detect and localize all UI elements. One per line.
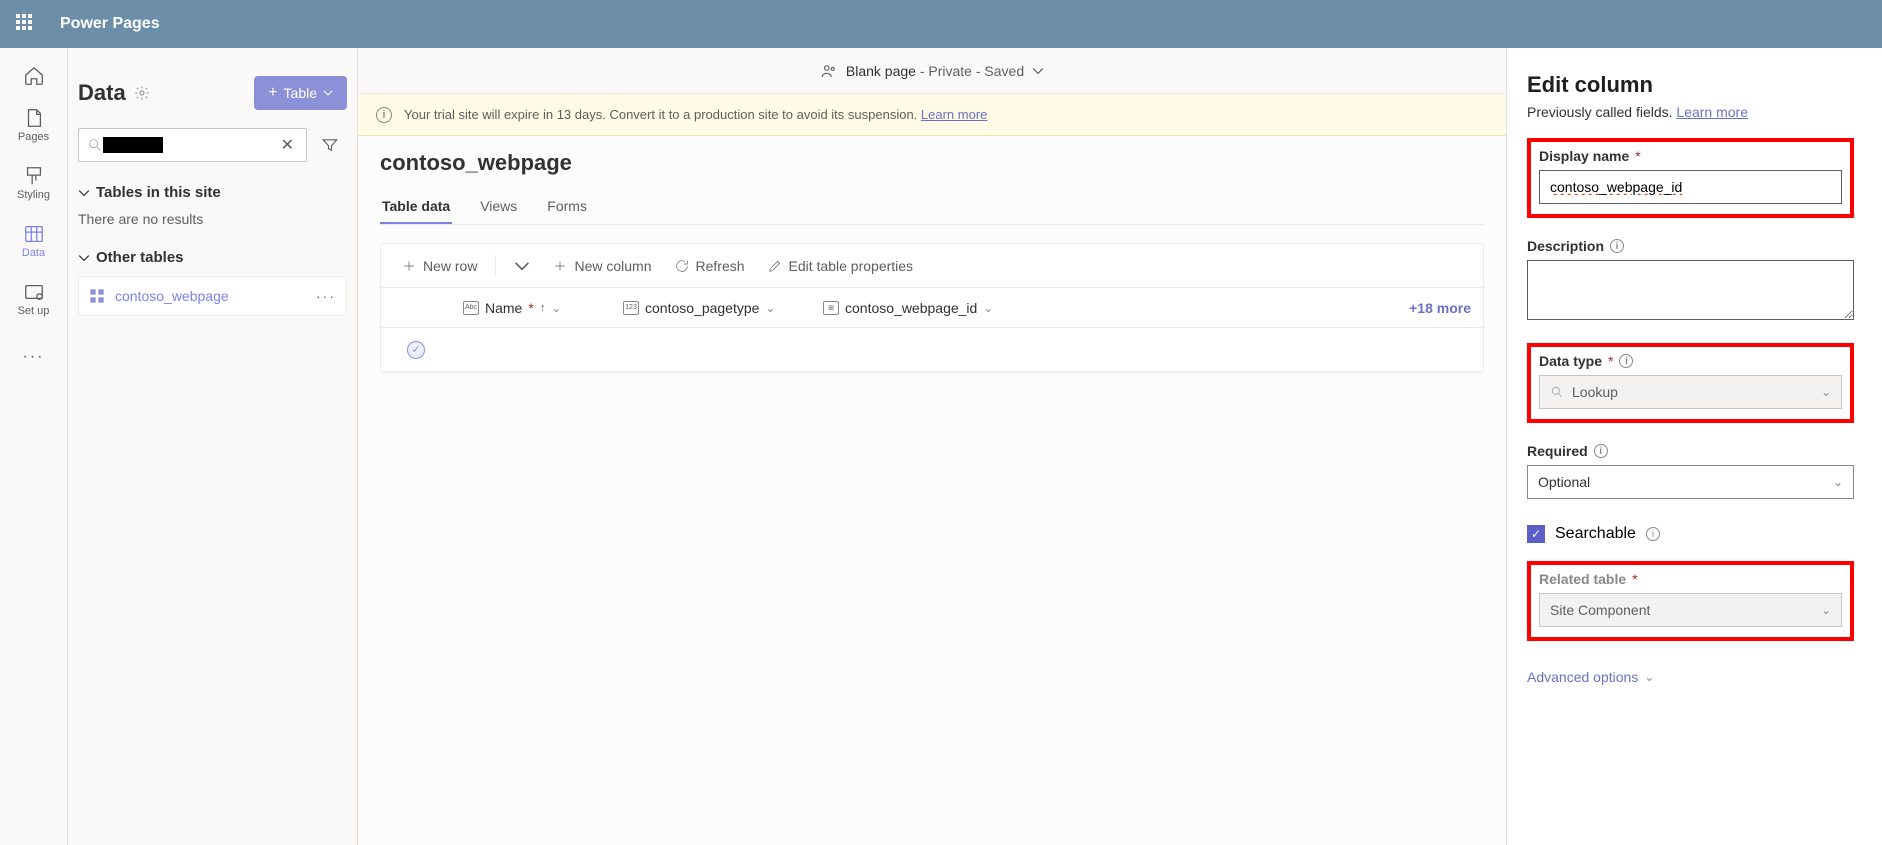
info-icon[interactable]: i <box>1610 239 1624 253</box>
app-header: Power Pages <box>0 0 1882 48</box>
filter-icon <box>321 136 339 154</box>
chevron-down-icon[interactable]: ⌄ <box>983 301 993 315</box>
edit-column-pane: Edit column Previously called fields. Le… <box>1506 48 1882 845</box>
new-table-button[interactable]: +Table <box>254 76 347 110</box>
related-table-label: Related table <box>1539 571 1626 587</box>
app-launcher-icon[interactable] <box>16 14 36 34</box>
refresh-button[interactable]: Refresh <box>666 252 753 280</box>
highlight-data-type: Data type*i Lookup ⌄ <box>1527 343 1854 423</box>
people-icon <box>820 62 838 80</box>
nav-setup[interactable]: Set up <box>0 270 67 328</box>
clear-search-icon[interactable]: ✕ <box>277 135 298 155</box>
row-check-icon[interactable]: ✓ <box>407 341 425 359</box>
chevron-down-icon[interactable] <box>1032 65 1044 77</box>
column-header-webpageid[interactable]: ⊞ contoso_webpage_id ⌄ <box>811 300 1011 316</box>
description-label: Description <box>1527 238 1604 254</box>
data-type-select: Lookup ⌄ <box>1539 375 1842 409</box>
more-columns-button[interactable]: +18 more <box>1409 300 1483 316</box>
search-value-redacted <box>103 137 163 153</box>
edit-table-properties-button[interactable]: Edit table properties <box>759 252 922 280</box>
no-results-text: There are no results <box>78 211 347 227</box>
nav-more[interactable]: ··· <box>0 328 67 386</box>
nav-rail: Pages Styling Data Set up ··· <box>0 48 68 845</box>
info-icon[interactable]: i <box>1619 354 1633 368</box>
side-panel-title: Data <box>78 80 126 106</box>
filter-button[interactable] <box>313 128 347 162</box>
nav-setup-label: Set up <box>18 305 50 317</box>
table-icon <box>89 288 105 304</box>
data-side-panel: Data +Table ✕ Tables in this site Ther <box>68 48 358 845</box>
trial-banner: i Your trial site will expire in 13 days… <box>358 94 1506 136</box>
banner-learn-more-link[interactable]: Learn more <box>921 107 987 122</box>
section-tables-in-site[interactable]: Tables in this site <box>78 184 347 201</box>
highlight-related-table: Related table* Site Component ⌄ <box>1527 561 1854 641</box>
app-title: Power Pages <box>60 15 160 33</box>
tab-table-data[interactable]: Table data <box>380 190 452 224</box>
table-item-label: contoso_webpage <box>115 288 229 304</box>
new-column-button[interactable]: New column <box>544 252 659 280</box>
required-select[interactable]: Optional ⌄ <box>1527 465 1854 499</box>
table-item-contoso-webpage[interactable]: contoso_webpage ··· <box>78 276 347 316</box>
gear-icon[interactable] <box>134 85 150 101</box>
chevron-down-icon: ⌄ <box>1644 670 1654 684</box>
search-tables-input[interactable]: ✕ <box>78 128 307 162</box>
nav-pages[interactable]: Pages <box>0 96 67 154</box>
new-row-dropdown[interactable] <box>506 252 538 280</box>
sort-asc-icon: ↑ <box>540 302 546 314</box>
search-icon <box>1550 385 1564 399</box>
searchable-label: Searchable <box>1555 525 1636 543</box>
column-header-pagetype[interactable]: 123 contoso_pagetype ⌄ <box>611 300 811 316</box>
new-row-button[interactable]: New row <box>393 252 485 280</box>
searchable-checkbox[interactable]: ✓ <box>1527 525 1545 543</box>
chevron-down-icon: ⌄ <box>1821 385 1831 399</box>
description-input[interactable] <box>1527 260 1854 320</box>
text-type-icon: Abc <box>463 301 479 315</box>
banner-text: Your trial site will expire in 13 days. … <box>404 107 921 122</box>
nav-data-label: Data <box>22 247 45 259</box>
chevron-down-icon <box>323 88 333 98</box>
chevron-down-icon: ⌄ <box>1833 475 1843 489</box>
chevron-down-icon <box>78 187 90 199</box>
page-name: Blank page <box>846 63 916 79</box>
table-title: contoso_webpage <box>380 150 1484 176</box>
data-grid: New row New column Refresh Edit table pr… <box>380 243 1484 373</box>
related-table-select: Site Component ⌄ <box>1539 593 1842 627</box>
tab-forms[interactable]: Forms <box>545 190 589 224</box>
home-button[interactable] <box>0 56 67 96</box>
chevron-down-icon <box>78 252 90 264</box>
display-name-label: Display name <box>1539 148 1629 164</box>
lookup-type-icon: ⊞ <box>823 301 839 315</box>
nav-styling[interactable]: Styling <box>0 154 67 212</box>
advanced-options-toggle[interactable]: Advanced options ⌄ <box>1527 669 1854 685</box>
chevron-down-icon: ⌄ <box>1821 603 1831 617</box>
learn-more-link[interactable]: Learn more <box>1676 104 1748 120</box>
info-icon[interactable]: i <box>1594 444 1608 458</box>
nav-styling-label: Styling <box>17 189 50 201</box>
search-icon <box>87 137 103 153</box>
chevron-down-icon[interactable]: ⌄ <box>551 301 561 315</box>
data-type-label: Data type <box>1539 353 1602 369</box>
breadcrumb: Blank page - Private - Saved <box>358 48 1506 94</box>
section-other-tables[interactable]: Other tables <box>78 249 347 266</box>
page-status: - Private - Saved <box>916 63 1024 79</box>
tab-views[interactable]: Views <box>478 190 519 224</box>
column-header-name[interactable]: Abc Name* ↑ ⌄ <box>451 300 611 316</box>
nav-data[interactable]: Data <box>0 212 67 270</box>
pane-title: Edit column <box>1527 72 1854 98</box>
chevron-down-icon[interactable]: ⌄ <box>765 301 775 315</box>
info-icon[interactable]: i <box>1646 527 1660 541</box>
pane-subtitle: Previously called fields. <box>1527 104 1676 120</box>
info-icon: i <box>376 107 392 123</box>
table-tabs: Table data Views Forms <box>380 190 1484 225</box>
main-area: Blank page - Private - Saved i Your tria… <box>358 48 1506 845</box>
highlight-display-name: Display name* <box>1527 138 1854 218</box>
table-item-more-icon[interactable]: ··· <box>316 288 336 304</box>
table-row[interactable]: ✓ <box>381 328 1483 372</box>
number-type-icon: 123 <box>623 301 639 315</box>
display-name-input[interactable] <box>1539 170 1842 204</box>
nav-pages-label: Pages <box>18 131 49 143</box>
required-label: Required <box>1527 443 1588 459</box>
